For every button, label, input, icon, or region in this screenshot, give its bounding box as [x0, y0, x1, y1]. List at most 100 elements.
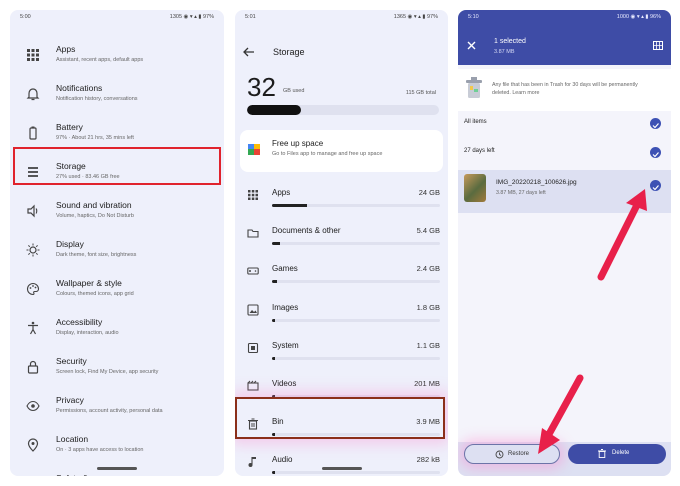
system-chip-icon — [247, 341, 259, 353]
apps-icon — [26, 48, 40, 62]
category-label: System — [272, 340, 299, 350]
apps-category-icon — [247, 188, 259, 200]
category-size: 24 GB — [418, 188, 440, 197]
status-time: 5:01 — [245, 14, 256, 20]
settings-item-subtitle: Display, interaction, audio — [56, 330, 119, 336]
sound-icon — [26, 204, 40, 218]
storage-category-apps[interactable]: Apps 24 GB — [235, 178, 448, 216]
status-icons: 1000 ◉ ▾ ▴ ▮ 96% — [616, 14, 661, 20]
delete-label: Delete — [612, 450, 630, 456]
select-all-icon[interactable] — [653, 41, 663, 50]
storage-category-system[interactable]: System 1.1 GB — [235, 331, 448, 369]
gamepad-icon — [247, 264, 259, 276]
settings-item-title: Notifications — [56, 83, 103, 93]
category-size: 201 MB — [414, 379, 440, 388]
settings-item-subtitle: 97% · About 21 hrs, 35 mins left — [56, 135, 134, 141]
home-indicator[interactable] — [97, 467, 137, 470]
eye-icon — [26, 399, 40, 413]
settings-item-display[interactable]: Display Dark theme, font size, brightness — [20, 231, 220, 270]
status-time: 5:00 — [20, 14, 31, 20]
bin-highlight-box — [235, 397, 445, 439]
settings-item-notifications[interactable]: Notifications Notification history, conve… — [20, 75, 220, 114]
selected-count: 1 selected — [494, 38, 526, 45]
status-bar: 5:01 1365 ◉ ▾ ▴ ▮ 97% — [245, 14, 438, 26]
settings-item-title: Apps — [56, 44, 76, 54]
category-label: Apps — [272, 188, 291, 197]
settings-item-subtitle: Assistant, recent apps, default apps — [56, 57, 144, 63]
image-icon — [247, 303, 259, 316]
category-size: 1.1 GB — [416, 340, 440, 350]
category-size: 282 kB — [416, 455, 440, 465]
settings-item-title: Location — [56, 434, 89, 444]
status-bar: 5:00 1305 ◉ ▾ ▴ ▮ 97% — [20, 14, 214, 26]
settings-item-subtitle: Notification history, conversations — [56, 96, 138, 102]
settings-item-title: Accessibility — [56, 317, 103, 327]
category-usage-bar — [272, 318, 440, 322]
accessibility-icon — [26, 321, 40, 335]
file-meta: 3.87 MB, 27 days left — [496, 190, 546, 196]
battery-icon — [26, 126, 40, 140]
category-size: 5.4 GB — [416, 226, 440, 236]
category-label: Videos — [272, 379, 297, 388]
status-icons: 1305 ◉ ▾ ▴ ▮ 97% — [169, 14, 214, 20]
used-amount: 32 — [247, 72, 276, 102]
selected-size: 3.87 MB — [494, 49, 515, 55]
storage-highlight-box — [13, 147, 221, 185]
trash-info-text: Any file that has been in Trash for 30 d… — [492, 82, 638, 96]
settings-item-apps[interactable]: Apps Assistant, recent apps, default apps — [20, 36, 220, 75]
bell-icon — [26, 87, 40, 101]
settings-item-subtitle: Screen lock, Find My Device, app securit… — [56, 369, 159, 375]
close-icon[interactable] — [467, 41, 476, 50]
category-label: Games — [272, 264, 298, 274]
category-usage-bar — [272, 280, 440, 284]
video-icon — [247, 379, 259, 391]
settings-item-subtitle: On · 3 apps have access to location — [56, 447, 144, 453]
free-up-space-card[interactable]: Free up space Go to Files app to manage … — [240, 130, 443, 172]
storage-category-audio[interactable]: Audio 282 kB — [235, 445, 448, 476]
settings-item-title: Battery — [56, 122, 83, 132]
settings-item-wallpaper-style[interactable]: Wallpaper & style Colours, themed icons, … — [20, 270, 220, 309]
category-usage-bar — [272, 242, 440, 246]
delete-icon — [598, 449, 606, 458]
settings-item-security[interactable]: Security Screen lock, Find My Device, app… — [20, 348, 220, 387]
lock-icon — [26, 360, 40, 374]
trash-info-card: Any file that has been in Trash for 30 d… — [458, 69, 671, 111]
settings-item-subtitle: Permissions, account activity, personal … — [56, 408, 163, 414]
trash-screen: 5:10 1000 ◉ ▾ ▴ ▮ 96% 1 selected 3.87 MB… — [458, 10, 671, 476]
settings-item-location[interactable]: Location On · 3 apps have access to locat… — [20, 426, 220, 465]
files-app-icon — [248, 144, 260, 155]
category-usage-fill — [272, 318, 276, 322]
storage-category-documents-other[interactable]: Documents & other 5.4 GB — [235, 216, 448, 254]
storage-category-images[interactable]: Images 1.8 GB — [235, 293, 448, 331]
settings-item-sound-and-vibration[interactable]: Sound and vibration Volume, haptics, Do N… — [20, 192, 220, 231]
file-name: IMG_20220218_100626.jpg — [496, 179, 577, 186]
settings-item-subtitle: Colours, themed icons, app grid — [56, 291, 134, 297]
palette-icon — [26, 282, 40, 296]
category-label: Documents & other — [272, 226, 341, 236]
group-check-icon[interactable] — [650, 147, 661, 158]
days-left-group-row[interactable]: 27 days left — [458, 139, 671, 167]
total-capacity: 115 GB total — [405, 90, 436, 96]
settings-item-privacy[interactable]: Privacy Permissions, account activity, pe… — [20, 387, 220, 426]
settings-item-title: Sound and vibration — [56, 200, 132, 210]
category-usage-bar — [272, 471, 440, 475]
storage-category-games[interactable]: Games 2.4 GB — [235, 254, 448, 292]
back-arrow-icon[interactable] — [243, 47, 255, 57]
status-time: 5:10 — [468, 14, 479, 20]
trash-bin-illustration-icon — [466, 77, 482, 98]
location-icon — [26, 438, 40, 452]
category-usage-fill — [272, 204, 308, 207]
category-usage-fill — [272, 280, 278, 284]
settings-item-title: Wallpaper & style — [56, 278, 122, 288]
settings-item-accessibility[interactable]: Accessibility Display, interaction, audio — [20, 309, 220, 348]
all-items-check-icon[interactable] — [650, 118, 661, 129]
home-indicator[interactable] — [322, 467, 362, 470]
display-icon — [26, 243, 40, 257]
category-usage-bar — [272, 204, 440, 207]
arrow-to-restore-annotation — [538, 374, 584, 454]
free-up-title: Free up space — [272, 139, 324, 148]
category-label: Images — [272, 302, 299, 312]
all-items-row[interactable]: All items — [458, 110, 671, 138]
status-bar: 5:10 1000 ◉ ▾ ▴ ▮ 96% — [468, 14, 661, 26]
category-usage-fill — [272, 242, 281, 246]
